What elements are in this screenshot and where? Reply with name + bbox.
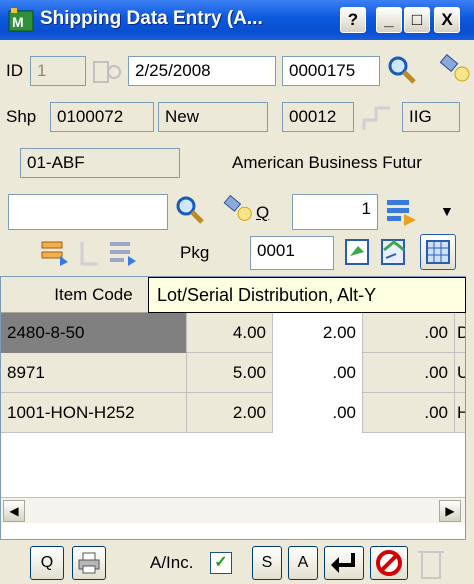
apply-lines-icon[interactable] (384, 196, 420, 228)
print-button[interactable] (72, 546, 106, 580)
shipped-cell[interactable]: 2.00 (273, 313, 363, 353)
quantity-field[interactable]: 1 (292, 194, 378, 230)
lines-grid[interactable]: Item Code 2480-8-50 4.00 2.00 .00 D 8971… (0, 276, 466, 540)
delete-disabled-icon (418, 551, 444, 579)
order-number-field[interactable]: 0000175 (282, 56, 380, 86)
item-code-cell[interactable]: 2480-8-50 (1, 313, 187, 353)
table-row[interactable]: 2480-8-50 4.00 2.00 .00 D (1, 313, 465, 353)
package-label: Pkg (180, 243, 210, 262)
ordered-cell[interactable]: 2.00 (187, 393, 273, 433)
printer-icon (78, 552, 100, 574)
a-button[interactable]: A (288, 546, 318, 580)
auto-increment-checkbox[interactable]: ✓ (210, 552, 232, 574)
backorder-cell[interactable]: .00 (363, 353, 455, 393)
help-button[interactable]: ? (340, 7, 366, 33)
extra-cell[interactable]: D (455, 313, 465, 353)
s-button[interactable]: S (252, 546, 282, 580)
quantity-label: Q (256, 203, 270, 222)
flashlight-icon[interactable] (222, 194, 256, 226)
package-edit-icon[interactable] (342, 236, 374, 268)
auto-increment-label: A/Inc. (150, 553, 194, 572)
customer-name: American Business Futur (232, 153, 422, 172)
title-bar[interactable]: M Shipping Data Entry (A... ? _ □ X (0, 0, 474, 40)
grid-icon (426, 240, 450, 264)
item-entry-field[interactable] (8, 194, 168, 230)
table-row[interactable]: 1001-HON-H252 2.00 .00 .00 H (1, 393, 465, 433)
lot-serial-icon[interactable] (378, 236, 410, 268)
package-list-icon[interactable] (106, 236, 138, 268)
ordered-cell[interactable]: 5.00 (187, 353, 273, 393)
shipped-cell[interactable]: .00 (273, 353, 363, 393)
search-icon[interactable] (386, 54, 418, 86)
close-button[interactable]: X (434, 7, 460, 33)
shipped-cell[interactable]: .00 (273, 393, 363, 433)
svg-text:M: M (12, 14, 24, 30)
step-disabled-icon (362, 106, 390, 130)
minimize-button[interactable]: _ (376, 7, 402, 33)
package-field[interactable]: 0001 (250, 236, 334, 270)
shipping-data-entry-window: M Shipping Data Entry (A... ? _ □ X ID 1… (0, 0, 474, 584)
quick-button[interactable]: Q (30, 546, 64, 580)
maximize-button[interactable]: □ (404, 7, 430, 33)
print-labels-icon[interactable] (38, 236, 70, 268)
backorder-cell[interactable]: .00 (363, 393, 455, 433)
extra-cell[interactable]: U (455, 353, 465, 393)
enter-arrow-icon (331, 553, 355, 573)
scroll-left-icon[interactable]: ◀ (3, 500, 25, 522)
shipper-field: 0100072 (50, 102, 154, 132)
item-code-cell[interactable]: 8971 (1, 353, 187, 393)
backorder-cell[interactable]: .00 (363, 313, 455, 353)
dropdown-arrow-icon[interactable]: ▼ (440, 196, 454, 226)
date-field[interactable]: 2/25/2008 (128, 56, 276, 86)
accept-button[interactable] (324, 546, 364, 580)
customer-code-field: 01-ABF (20, 148, 180, 178)
link-disabled-icon (80, 242, 98, 266)
search-icon[interactable] (172, 194, 208, 226)
id-label: ID (6, 61, 23, 80)
id-field[interactable]: 1 (30, 56, 86, 86)
shp-label: Shp (6, 107, 37, 126)
ordered-cell[interactable]: 4.00 (187, 313, 273, 353)
table-row[interactable]: 8971 5.00 .00 .00 U (1, 353, 465, 393)
window-title: Shipping Data Entry (A... (40, 8, 263, 29)
lookup-disabled-icon (93, 61, 121, 83)
item-code-cell[interactable]: 1001-HON-H252 (1, 393, 187, 433)
tooltip: Lot/Serial Distribution, Alt-Y (148, 277, 466, 313)
flashlight-icon[interactable] (438, 54, 474, 86)
code-field: 00012 (282, 102, 354, 132)
grid-view-button[interactable] (420, 234, 456, 270)
status-field: New (158, 102, 268, 132)
branch-field: IIG (402, 102, 460, 132)
app-icon: M (8, 8, 34, 32)
scroll-right-icon[interactable]: ▶ (439, 500, 461, 522)
cancel-button[interactable] (370, 546, 408, 580)
horizontal-scrollbar[interactable]: ◀ ▶ (1, 497, 465, 523)
cancel-icon (376, 550, 402, 576)
extra-cell[interactable]: H (455, 393, 465, 433)
